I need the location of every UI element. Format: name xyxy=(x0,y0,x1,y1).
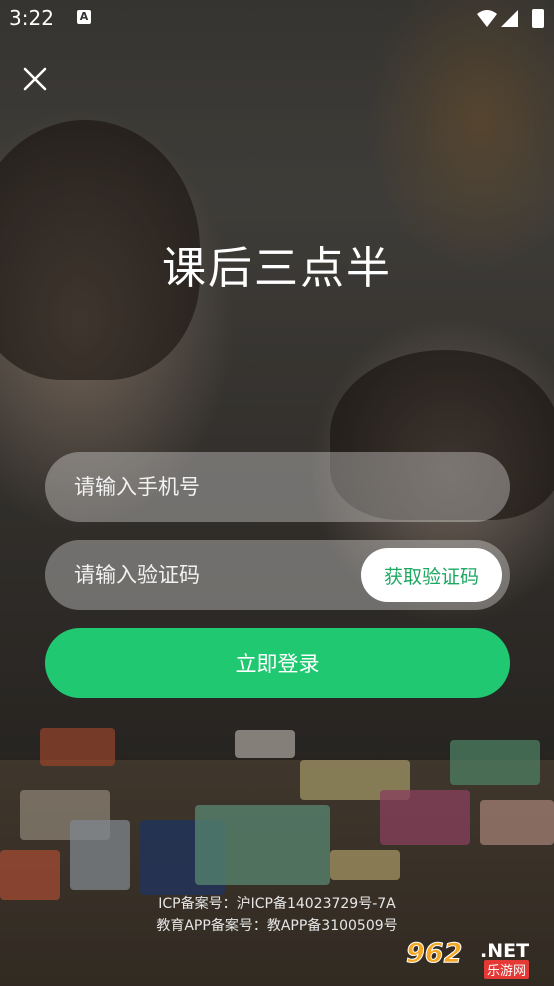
status-time: 3:22 xyxy=(9,6,54,30)
code-field-container: 获取验证码 xyxy=(45,540,510,610)
get-code-button[interactable]: 获取验证码 xyxy=(361,548,502,602)
app-record-text: 教育APP备案号：教APP备3100509号 xyxy=(156,918,398,934)
phone-input[interactable] xyxy=(45,452,345,522)
phone-field-container xyxy=(45,452,510,522)
watermark-logo: 962 .NET 乐游网 xyxy=(405,938,548,979)
app-title: 课后三点半 xyxy=(162,243,392,294)
watermark-caption: 乐游网 xyxy=(484,960,530,979)
close-button[interactable] xyxy=(20,64,50,94)
wifi-signal-icon xyxy=(477,10,518,27)
watermark-number: 962 xyxy=(405,938,463,970)
close-icon xyxy=(23,67,47,91)
notification-icon: A xyxy=(77,10,91,24)
login-button[interactable]: 立即登录 xyxy=(45,628,510,698)
watermark-suffix: .NET xyxy=(480,940,530,962)
icp-record-text: ICP备案号：沪ICP备14023729号-7A xyxy=(158,896,396,912)
battery-icon xyxy=(532,9,544,28)
verification-code-input[interactable] xyxy=(45,540,345,610)
status-bar: 3:22 A xyxy=(0,0,554,38)
